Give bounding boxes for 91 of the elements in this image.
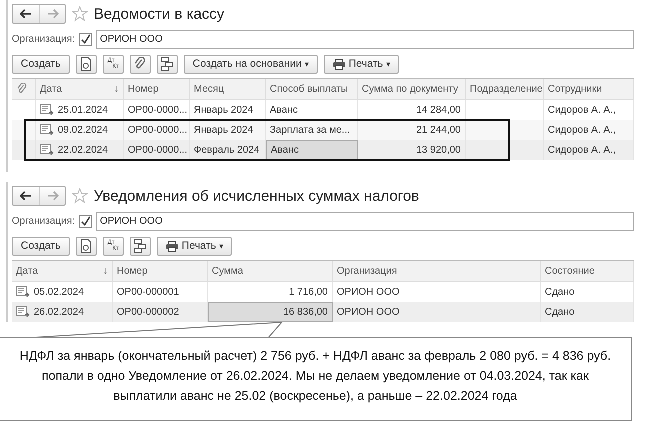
cell-background[interactable]: Аванс — [266, 140, 358, 160]
field-label: Организация: — [12, 216, 76, 226]
table-cell: 21 244,00 — [416, 124, 461, 136]
table-cell: Зарплата за ме... — [270, 124, 350, 136]
organization-field[interactable]: ОРИОН ООО — [96, 30, 634, 48]
column-header[interactable]: Дата — [16, 266, 38, 276]
column-header[interactable]: Способ выплаты — [270, 84, 348, 94]
field-label: Организация: — [12, 34, 76, 44]
cell-background[interactable]: 26.02.2024 — [12, 302, 113, 322]
create-based-on-button[interactable]: Создать на основании ▾ — [184, 54, 318, 74]
cell-background[interactable]: 13 920,00 — [358, 140, 466, 160]
table-cell: 05.02.2024 — [34, 286, 84, 298]
table-cell: Сдано — [545, 286, 575, 298]
table-cell: 1 716,00 — [289, 286, 328, 298]
cell-background[interactable]: Сидоров А. А., — [544, 140, 634, 160]
table-cell: ОР00-0000... — [128, 104, 188, 116]
cell-background[interactable]: Сдано — [541, 302, 634, 322]
column-header[interactable]: Номер — [117, 266, 148, 276]
table-row[interactable]: 26.02.2024 ОР00-000002 16 836,00 ОРИОН ООО Сдано — [12, 302, 634, 322]
cell-background[interactable]: 16 836,00 — [208, 302, 333, 322]
structure-icon — [161, 57, 174, 71]
paperclip-icon — [134, 57, 146, 71]
structure-button[interactable] — [130, 236, 151, 256]
table-cell: ОРИОН ООО — [337, 286, 400, 298]
document-icon — [40, 104, 54, 116]
document-icon — [16, 306, 30, 318]
table-cell: 25.01.2024 — [58, 104, 108, 116]
cell-background[interactable]: 22.02.2024 — [36, 140, 124, 160]
table-cell: ОР00-0000... — [128, 144, 188, 156]
forward-arrow-icon — [46, 191, 58, 201]
print-button[interactable]: Печать ▾ — [324, 54, 400, 74]
copy-button[interactable] — [76, 54, 97, 74]
table-cell: 16 836,00 — [284, 306, 328, 318]
table-cell: ОР00-000001 — [117, 286, 180, 298]
cell-background[interactable]: ОРИОН ООО — [333, 302, 541, 322]
column-header[interactable]: Месяц — [194, 84, 224, 94]
column-header[interactable]: Сумма — [212, 266, 244, 276]
column-header[interactable]: Номер — [128, 84, 159, 94]
column-header[interactable]: Дата — [40, 84, 62, 94]
sort-indicator: ↓ — [103, 266, 108, 276]
window-title: Ведомости в кассу — [94, 6, 225, 22]
document-copy-icon — [80, 57, 92, 71]
forward-arrow-icon — [46, 9, 58, 19]
table-cell: ОР00-0000... — [128, 124, 188, 136]
back-arrow-icon — [20, 9, 32, 19]
table-cell: 13 920,00 — [416, 144, 461, 156]
checkbox[interactable] — [79, 214, 92, 228]
document-icon — [16, 286, 30, 298]
checkbox[interactable] — [79, 32, 92, 46]
cell-background[interactable]: ОР00-0000... — [124, 140, 190, 160]
paperclip-icon — [16, 83, 28, 95]
column-header[interactable]: Сотрудники — [548, 84, 602, 94]
printer-icon — [332, 58, 346, 70]
column-header[interactable]: Состояние — [545, 266, 595, 276]
table-cell: Сидоров А. А., — [548, 124, 616, 136]
table-cell: Февраль 2024 — [194, 144, 260, 156]
create-button[interactable]: Создать — [12, 54, 70, 74]
table-cell: ОР00-000002 — [117, 306, 180, 318]
star-icon[interactable] — [72, 188, 88, 204]
window-title: Уведомления об исчисленных суммах налогов — [94, 188, 420, 204]
copy-button[interactable] — [76, 236, 97, 256]
column-header[interactable]: Сумма по документу — [362, 84, 458, 94]
structure-icon — [134, 239, 146, 253]
table-cell: Январь 2024 — [194, 104, 254, 116]
table-cell: Январь 2024 — [194, 124, 254, 136]
document-icon — [40, 124, 54, 136]
back-arrow-icon — [20, 191, 32, 201]
document-copy-icon — [80, 239, 92, 253]
table-row[interactable]: 09.02.2024 ОР00-0000... Январь 2024 Зарплата за ме... 21 244,00 Сидоров А. А., — [12, 120, 634, 140]
table-cell: ОРИОН ООО — [337, 306, 400, 318]
column-header[interactable]: Подразделение — [470, 84, 543, 94]
star-icon[interactable] — [72, 6, 88, 22]
table-cell: Аванс — [270, 104, 298, 116]
attachment-button[interactable] — [130, 54, 151, 74]
table-cell: Сидоров А. А., — [548, 144, 616, 156]
table-cell: Сдано — [545, 306, 575, 318]
sort-indicator: ↓ — [114, 84, 119, 94]
print-button[interactable]: Печать ▾ — [156, 236, 232, 256]
table-row[interactable]: 22.02.2024 ОР00-0000... Февраль 2024 Аванс 13 920,00 Сидоров А. А., — [12, 140, 634, 160]
structure-button[interactable] — [156, 54, 178, 74]
table-cell: 09.02.2024 — [58, 124, 108, 136]
table-cell: Аванс — [271, 144, 299, 156]
table-cell: Сидоров А. А., — [548, 104, 616, 116]
organization-field[interactable]: ОРИОН ООО — [96, 212, 634, 230]
document-icon — [40, 144, 54, 156]
table-cell: 26.02.2024 — [34, 306, 84, 318]
create-button[interactable]: Создать — [12, 236, 70, 256]
column-header[interactable]: Организация — [337, 266, 398, 276]
table-cell: 22.02.2024 — [58, 144, 108, 156]
table-cell: 14 284,00 — [416, 104, 461, 116]
printer-icon — [166, 240, 179, 252]
